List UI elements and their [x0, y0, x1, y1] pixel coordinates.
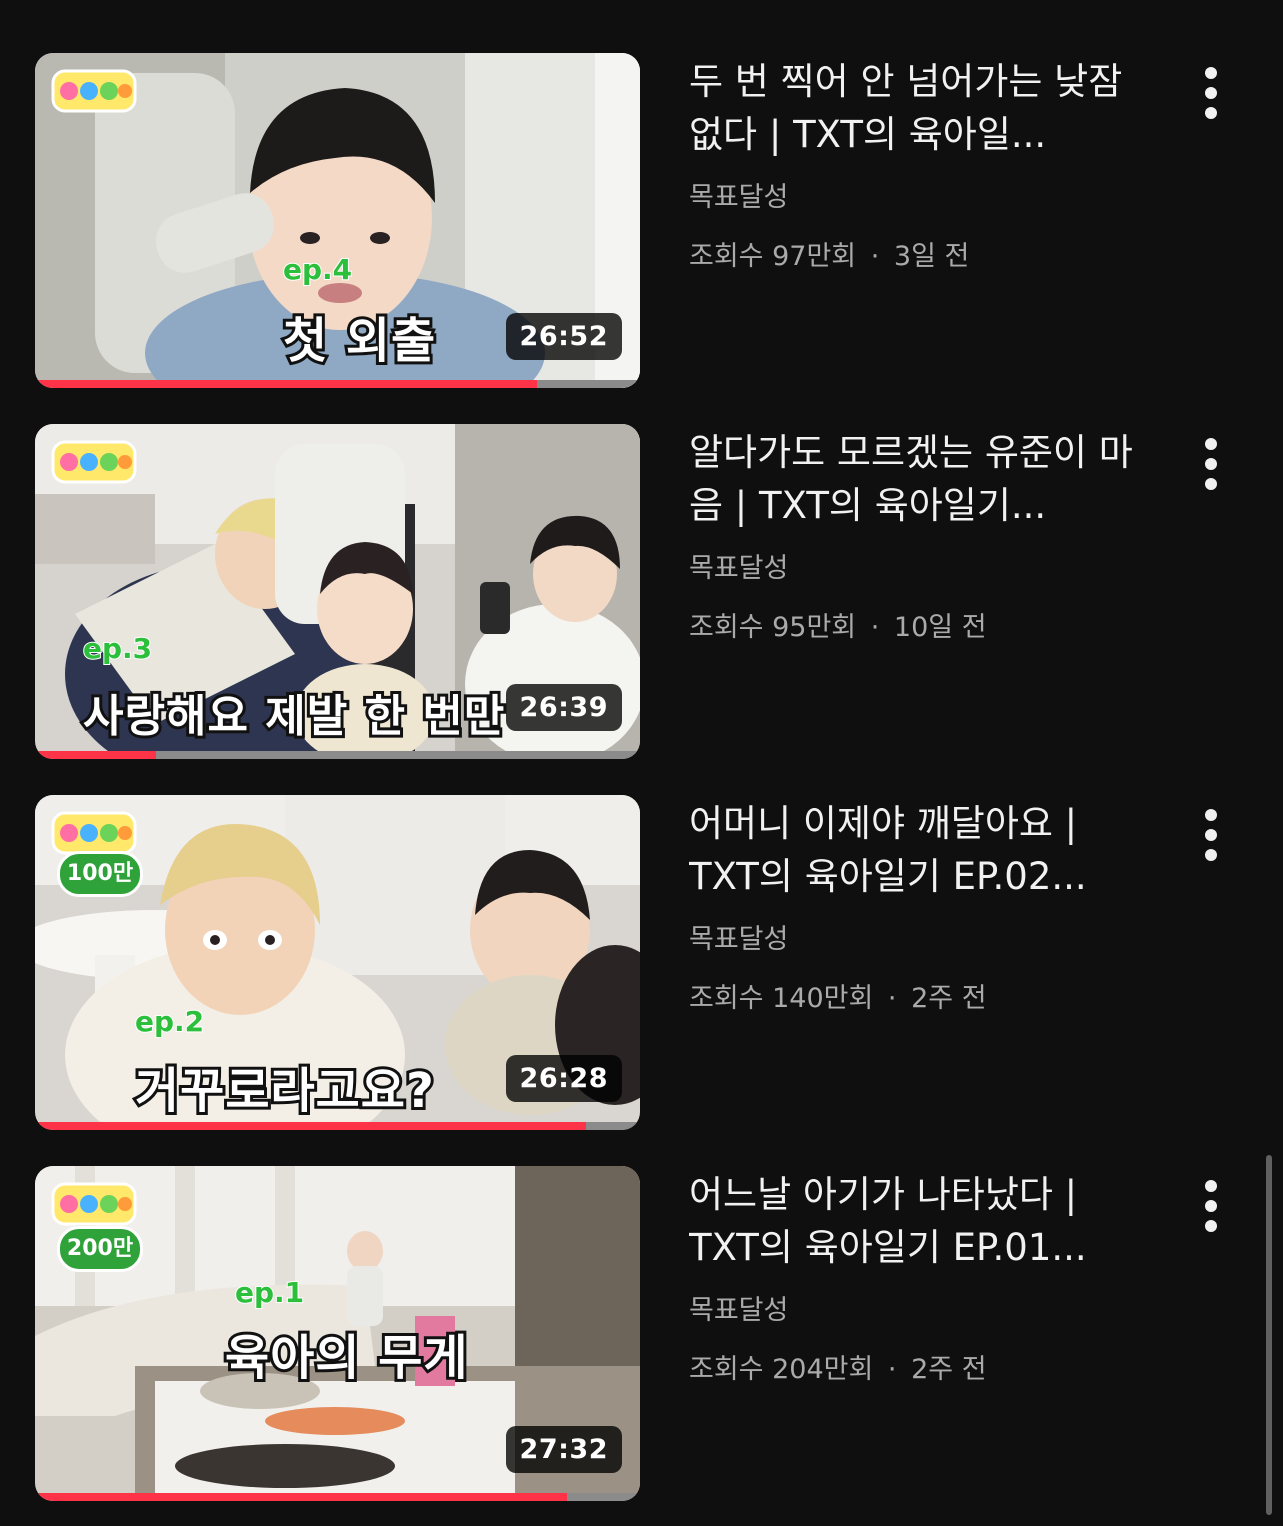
thumbnail-caption: 사랑해요 제발 한 번만: [80, 688, 507, 745]
thumbnail-caption: 첫 외출: [280, 310, 438, 372]
view-count: 조회수 140만회: [689, 983, 874, 1014]
upload-age: 3일 전: [893, 241, 970, 272]
milestone-badge: 100만: [57, 851, 143, 897]
upload-age: 2주 전: [911, 983, 987, 1014]
show-logo-icon: [51, 1182, 137, 1226]
vertical-ellipsis-icon: [1205, 809, 1217, 821]
video-item[interactable]: ep.3 사랑해요 제발 한 번만 26:39 알다가도 모르겠는 유준이 마음…: [0, 424, 1283, 764]
ellipsis-dot: [1205, 849, 1217, 861]
show-logo-icon: [51, 69, 137, 113]
video-item[interactable]: 200만 ep.1 육아의 무게 27:32 어느날 아기가 나타났다 | TX…: [0, 1166, 1283, 1506]
video-meta: 두 번 찍어 안 넘어가는 낮잠 없다 | TXT의 육아일... 목표달성 조…: [689, 53, 1139, 273]
video-stats: 조회수 97만회 · 3일 전: [689, 234, 1139, 273]
more-options-button[interactable]: [1190, 805, 1232, 865]
watch-progress-bar: [35, 1122, 640, 1130]
separator-dot: ·: [870, 612, 880, 643]
duration-badge: 27:32: [505, 1426, 622, 1473]
show-logo-icon: [51, 440, 137, 484]
thumbnail-caption: 육아의 무게: [222, 1327, 471, 1389]
video-meta: 어머니 이제야 깨달아요 | TXT의 육아일기 EP.02... 목표달성 조…: [689, 795, 1139, 1015]
video-stats: 조회수 140만회 · 2주 전: [689, 976, 1139, 1015]
separator-dot: ·: [887, 1354, 897, 1385]
channel-name[interactable]: 목표달성: [689, 546, 1139, 585]
duration-badge: 26:39: [505, 684, 622, 731]
ellipsis-dot: [1205, 458, 1217, 470]
duration-badge: 26:52: [505, 313, 622, 360]
ellipsis-dot: [1205, 87, 1217, 99]
scrollbar[interactable]: [1266, 1155, 1272, 1515]
video-stats: 조회수 204만회 · 2주 전: [689, 1347, 1139, 1386]
separator-dot: ·: [870, 241, 880, 272]
ellipsis-dot: [1205, 478, 1217, 490]
ellipsis-dot: [1205, 1220, 1217, 1232]
video-thumbnail[interactable]: ep.3 사랑해요 제발 한 번만 26:39: [35, 424, 640, 759]
watch-progress-bar: [35, 380, 640, 388]
view-count: 조회수 95만회: [689, 612, 857, 643]
watch-progress-bar: [35, 1493, 640, 1501]
show-logo-icon: [51, 811, 137, 855]
separator-dot: ·: [887, 983, 897, 1014]
video-thumbnail[interactable]: ep.4 첫 외출 26:52: [35, 53, 640, 388]
view-count: 조회수 97만회: [689, 241, 857, 272]
upload-age: 10일 전: [893, 612, 987, 643]
video-list: ep.4 첫 외출 26:52 두 번 찍어 안 넘어가는 낮잠 없다 | TX…: [0, 0, 1283, 1526]
vertical-ellipsis-icon: [1205, 438, 1217, 450]
ellipsis-dot: [1205, 829, 1217, 841]
watch-progress-bar: [35, 751, 640, 759]
more-options-button[interactable]: [1190, 1176, 1232, 1236]
video-title[interactable]: 어느날 아기가 나타났다 | TXT의 육아일기 EP.01...: [689, 1168, 1139, 1274]
video-title[interactable]: 어머니 이제야 깨달아요 | TXT의 육아일기 EP.02...: [689, 797, 1139, 903]
video-meta: 어느날 아기가 나타났다 | TXT의 육아일기 EP.01... 목표달성 조…: [689, 1166, 1139, 1386]
video-stats: 조회수 95만회 · 10일 전: [689, 605, 1139, 644]
channel-name[interactable]: 목표달성: [689, 1288, 1139, 1327]
more-options-button[interactable]: [1190, 63, 1232, 123]
duration-badge: 26:28: [505, 1055, 622, 1102]
ellipsis-dot: [1205, 1200, 1217, 1212]
vertical-ellipsis-icon: [1205, 67, 1217, 79]
video-title[interactable]: 알다가도 모르겠는 유준이 마음 | TXT의 육아일기...: [689, 426, 1139, 532]
thumbnail-episode-label: ep.4: [282, 252, 353, 287]
video-item[interactable]: ep.4 첫 외출 26:52 두 번 찍어 안 넘어가는 낮잠 없다 | TX…: [0, 53, 1283, 393]
ellipsis-dot: [1205, 107, 1217, 119]
video-thumbnail[interactable]: 100만 ep.2 거꾸로라고요? 26:28: [35, 795, 640, 1130]
watch-progress-fill: [35, 751, 156, 759]
channel-name[interactable]: 목표달성: [689, 917, 1139, 956]
more-options-button[interactable]: [1190, 434, 1232, 494]
video-thumbnail[interactable]: 200만 ep.1 육아의 무게 27:32: [35, 1166, 640, 1501]
thumbnail-episode-label: ep.1: [234, 1275, 305, 1310]
video-meta: 알다가도 모르겠는 유준이 마음 | TXT의 육아일기... 목표달성 조회수…: [689, 424, 1139, 644]
thumbnail-episode-label: ep.2: [134, 1004, 205, 1039]
upload-age: 2주 전: [911, 1354, 987, 1385]
video-item[interactable]: 100만 ep.2 거꾸로라고요? 26:28 어머니 이제야 깨달아요 | T…: [0, 795, 1283, 1135]
video-title[interactable]: 두 번 찍어 안 넘어가는 낮잠 없다 | TXT의 육아일...: [689, 55, 1139, 161]
watch-progress-fill: [35, 380, 538, 388]
channel-name[interactable]: 목표달성: [689, 175, 1139, 214]
watch-progress-fill: [35, 1493, 568, 1501]
thumbnail-caption: 거꾸로라고요?: [132, 1060, 437, 1122]
milestone-badge: 200만: [57, 1226, 143, 1272]
vertical-ellipsis-icon: [1205, 1180, 1217, 1192]
watch-progress-fill: [35, 1122, 586, 1130]
thumbnail-episode-label: ep.3: [82, 631, 153, 666]
view-count: 조회수 204만회: [689, 1354, 874, 1385]
